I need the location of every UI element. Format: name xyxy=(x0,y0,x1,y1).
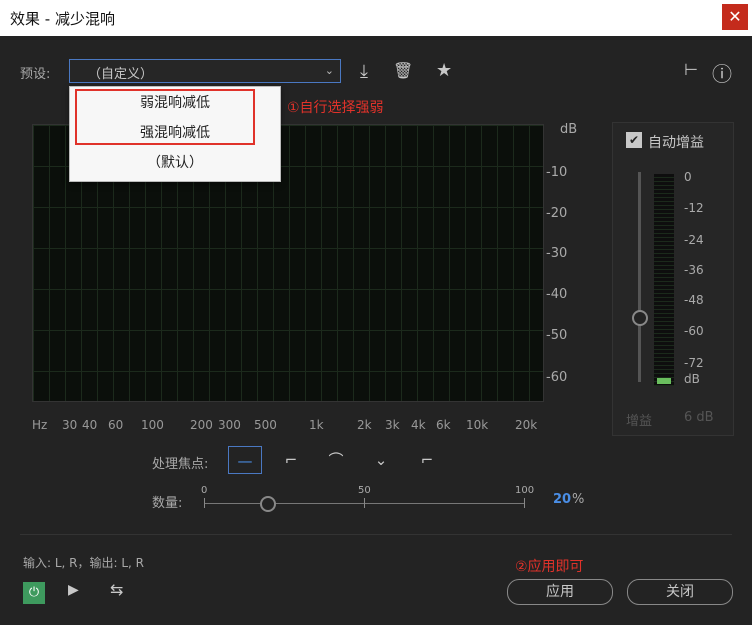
preset-value: （自定义） xyxy=(88,67,154,82)
amount-slider-knob[interactable] xyxy=(260,496,276,512)
info-icon[interactable]: ⓘ xyxy=(712,58,732,87)
amount-min: 0 xyxy=(201,485,208,496)
amount-max: 100 xyxy=(515,485,535,496)
freq-label: 6k xyxy=(436,418,451,432)
freq-label: 500 xyxy=(254,418,277,432)
freq-label: 100 xyxy=(141,418,164,432)
freq-label: 60 xyxy=(108,418,124,432)
level-meter xyxy=(654,174,674,386)
freq-label: 1k xyxy=(309,418,324,432)
freq-label: 10k xyxy=(466,418,489,432)
meter-tick: 0 xyxy=(684,170,692,184)
freq-label: 300 xyxy=(218,418,241,432)
meter-tick: -24 xyxy=(684,233,704,247)
db-tick: -40 xyxy=(546,287,568,302)
db-tick: -30 xyxy=(546,246,568,261)
freq-label: 30 xyxy=(62,418,78,432)
amount-tick xyxy=(204,498,205,508)
meter-tick: -60 xyxy=(684,324,704,338)
freq-label: 3k xyxy=(385,418,400,432)
gain-slider-knob[interactable] xyxy=(632,310,648,326)
gain-slider-track[interactable] xyxy=(638,172,641,382)
annotation-highlight-box xyxy=(75,89,255,145)
io-info: 输入: L, R，输出: L, R xyxy=(23,556,145,570)
chevron-down-icon: ⌄ xyxy=(324,64,334,77)
close-button[interactable]: 关闭 xyxy=(627,579,733,605)
db-tick: -50 xyxy=(546,328,568,343)
db-tick: -10 xyxy=(546,165,568,180)
power-icon[interactable]: ⏻ xyxy=(23,582,45,604)
amount-value[interactable]: 20 xyxy=(553,492,571,507)
freq-label: 2k xyxy=(357,418,372,432)
divider xyxy=(20,534,732,535)
favorite-icon[interactable]: ★ xyxy=(436,60,452,81)
close-window-button[interactable]: ✕ xyxy=(722,4,748,30)
focus-notch-button[interactable]: ⌄ xyxy=(364,446,398,474)
dropdown-item-default[interactable]: （默认） xyxy=(70,149,280,177)
auto-gain-checkbox[interactable]: ✔ xyxy=(626,132,642,148)
preset-select[interactable]: （自定义） ⌄ xyxy=(69,59,341,83)
meter-tick: -48 xyxy=(684,293,704,307)
preset-label: 预设: xyxy=(20,67,51,82)
freq-label: 20k xyxy=(515,418,538,432)
meter-tick: -36 xyxy=(684,263,704,277)
amount-tick xyxy=(364,498,365,508)
amount-label: 数量: xyxy=(152,496,183,511)
play-icon[interactable]: ▶ xyxy=(68,582,79,598)
annotation-apply: ②应用即可 xyxy=(515,559,584,575)
gain-value: 6 dB xyxy=(684,410,714,425)
meter-tick: -72 xyxy=(684,356,704,370)
meter-level-fill xyxy=(657,378,671,384)
focus-high-button[interactable]: ⌐ xyxy=(410,446,444,474)
apply-button[interactable]: 应用 xyxy=(507,579,613,605)
db-unit-label: dB xyxy=(560,122,578,137)
amount-tick xyxy=(524,498,525,508)
meter-tick: -12 xyxy=(684,201,704,215)
db-tick: -20 xyxy=(546,206,568,221)
freq-label: 200 xyxy=(190,418,213,432)
delete-preset-icon[interactable]: 🗑 xyxy=(393,61,413,80)
save-preset-icon[interactable]: ⤓ xyxy=(360,61,368,82)
meter-unit: dB xyxy=(684,372,700,386)
gain-label: 增益 xyxy=(626,414,653,429)
loop-icon[interactable]: ⇆ xyxy=(110,580,123,599)
auto-gain-label: 自动增益 xyxy=(648,135,704,151)
focus-label: 处理焦点: xyxy=(152,457,209,472)
focus-mid-button[interactable]: ⌒ xyxy=(319,446,353,474)
amount-unit: % xyxy=(572,492,585,507)
db-tick: -60 xyxy=(546,370,568,385)
focus-broadband-button[interactable]: — xyxy=(228,446,262,474)
amount-mid: 50 xyxy=(358,485,371,496)
annotation-choose-strength: ①自行选择强弱 xyxy=(287,100,384,116)
title-bar: 效果 - 减少混响 ✕ xyxy=(0,0,752,36)
focus-low-button[interactable]: ⌐ xyxy=(274,446,308,474)
freq-label: 4k xyxy=(411,418,426,432)
routing-icon[interactable]: ⊢ xyxy=(684,60,698,79)
freq-label: 40 xyxy=(82,418,98,432)
window-title: 效果 - 减少混响 xyxy=(10,10,115,28)
effect-window: 效果 - 减少混响 ✕ 预设: （自定义） ⌄ ⤓ 🗑 ★ ⊢ ⓘ dB -10… xyxy=(0,0,752,625)
freq-label: Hz xyxy=(32,418,48,432)
